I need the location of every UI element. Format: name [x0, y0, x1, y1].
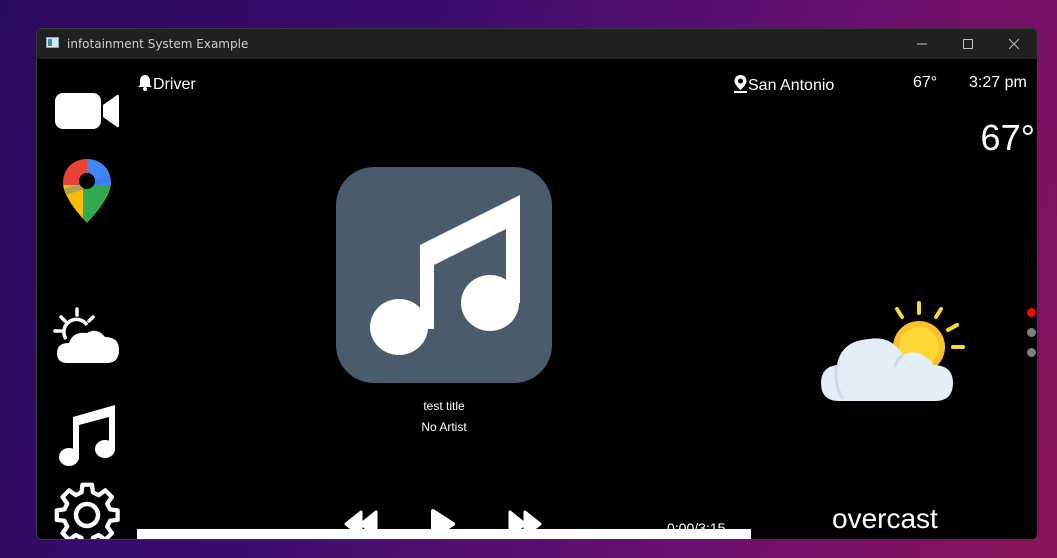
window-title: infotainment System Example [67, 37, 249, 51]
bell-icon [138, 75, 152, 91]
minimize-button[interactable] [899, 29, 945, 59]
album-art [336, 167, 552, 383]
location-label: San Antonio [748, 77, 835, 94]
maximize-icon [963, 39, 973, 49]
maps-button[interactable] [53, 155, 121, 223]
camera-button[interactable] [53, 87, 121, 155]
music-note-icon [370, 195, 520, 355]
location-pin-icon [734, 75, 747, 93]
status-temperature: 67° [913, 74, 938, 91]
page-dot[interactable] [1027, 328, 1036, 337]
close-icon [1009, 39, 1019, 49]
app-icon [46, 37, 59, 48]
weather-condition: overcast [832, 503, 938, 534]
profile-label: Driver [153, 76, 196, 93]
clock: 3:27 pm [969, 74, 1027, 91]
partly-cloudy-icon [53, 307, 119, 363]
profile-indicator[interactable]: Driver [137, 74, 196, 94]
page-dot-active[interactable] [1027, 308, 1036, 317]
track-title: test title [423, 399, 465, 413]
track-artist: No Artist [421, 420, 467, 434]
weather-temperature: 67° [980, 117, 1035, 158]
maximize-button[interactable] [945, 29, 991, 59]
music-button[interactable] [53, 401, 121, 469]
title-bar: infotainment System Example [37, 29, 1037, 59]
gear-icon [54, 482, 120, 539]
weather-button[interactable] [53, 305, 121, 373]
music-note-icon [59, 405, 115, 466]
weather-illustration [817, 295, 967, 415]
video-camera-icon [55, 93, 119, 129]
close-button[interactable] [991, 29, 1037, 59]
main-content: Driver San Antonio 67° 3:27 pm 67° test … [37, 59, 1037, 539]
app-window: infotainment System Example Driver San A… [36, 28, 1038, 540]
page-dot[interactable] [1027, 348, 1036, 357]
progress-bar[interactable] [137, 529, 751, 539]
map-pin-icon [63, 159, 111, 223]
sun-behind-cloud-icon [821, 301, 965, 401]
settings-button[interactable] [53, 481, 121, 539]
location-indicator: San Antonio [733, 74, 834, 95]
minimize-icon [917, 43, 927, 45]
